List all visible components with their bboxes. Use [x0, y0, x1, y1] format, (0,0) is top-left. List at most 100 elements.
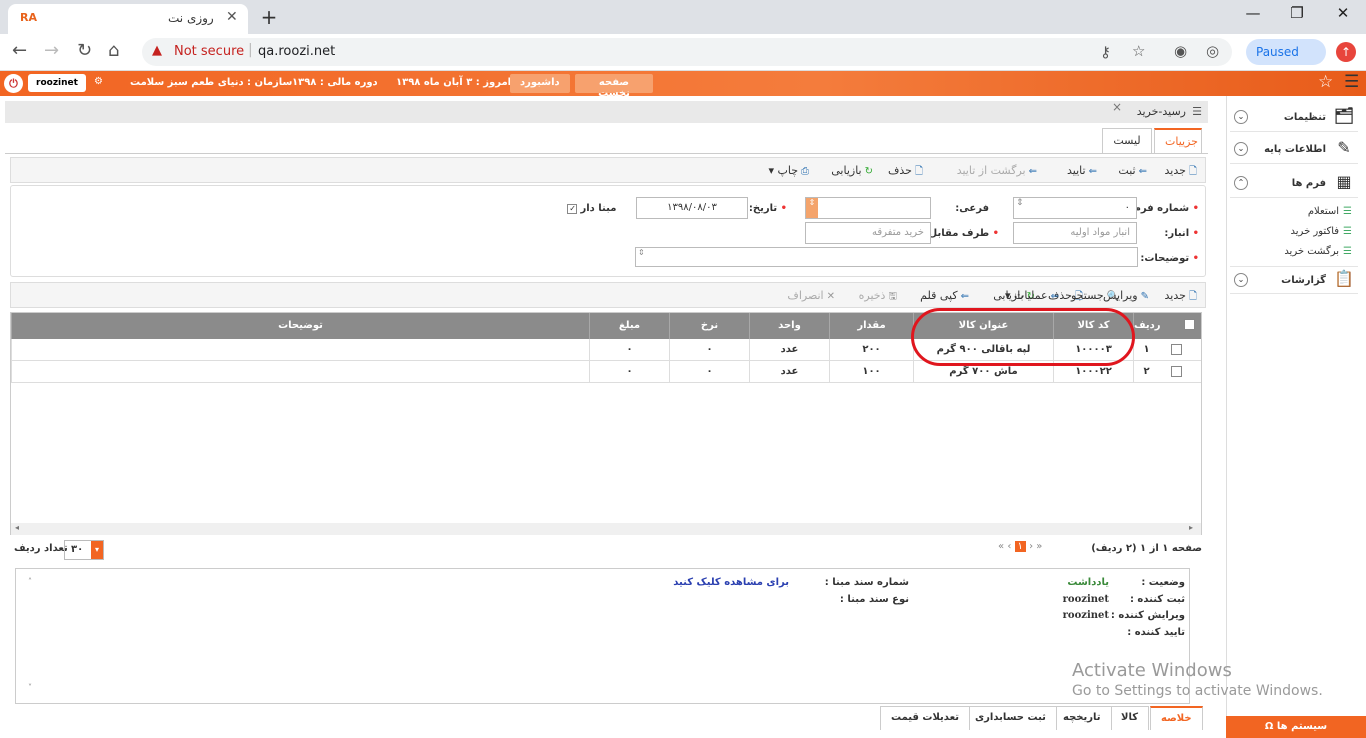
sidebar-item-forms[interactable]: ▦ فرم ها ⌃: [1230, 170, 1358, 198]
settings-dot-icon[interactable]: ⚙: [94, 76, 103, 87]
close-window-icon[interactable]: ✕: [1328, 4, 1358, 22]
profile-button[interactable]: Paused: [1246, 39, 1326, 65]
power-icon[interactable]: ⏻: [4, 74, 23, 93]
spinner-icon[interactable]: ⇕: [638, 248, 645, 257]
delete-button[interactable]: 🗋حذف: [888, 164, 923, 181]
tab-summary[interactable]: خلاصه: [1150, 706, 1203, 730]
extension-icon[interactable]: ◉: [1174, 42, 1187, 60]
menu-icon[interactable]: ☰: [1344, 72, 1359, 92]
has-base-checkbox[interactable]: مبنا دار ✓: [567, 203, 616, 214]
page-header: ☰ رسید-خرید ×: [5, 100, 1208, 123]
list-icon: ☰: [1343, 226, 1352, 237]
page-nav[interactable]: « ‹ ۱ › »: [998, 541, 1042, 552]
sidebar-item-base-info[interactable]: ✎ اطلاعات پایه ⌄: [1230, 136, 1358, 164]
dashboard-button[interactable]: داشبورد: [510, 74, 570, 93]
favicon-icon: RA: [20, 11, 37, 24]
reload-icon[interactable]: ↻: [77, 40, 92, 61]
url-box[interactable]: ▲ Not secure | qa.roozi.net ⚷ ☆: [142, 38, 1232, 66]
form-no-label: • شماره فرم:: [1129, 203, 1199, 214]
tab-list[interactable]: لیست: [1102, 128, 1152, 153]
tab-history[interactable]: تاریخچه: [1052, 706, 1112, 730]
warehouse-input[interactable]: انبار مواد اولیه: [1013, 222, 1137, 244]
rows-per-page-select[interactable]: ▾ ۳۰: [64, 540, 104, 560]
header-desc[interactable]: توضیحات: [11, 313, 589, 339]
confirm-button[interactable]: ⇐تایید: [1067, 164, 1097, 177]
unconfirm-icon: ⇐: [1028, 166, 1037, 177]
form-no-input[interactable]: ۰ ⇕: [1013, 197, 1137, 219]
cancel-icon: ✕: [826, 291, 835, 302]
list-icon: ☰: [1343, 246, 1352, 257]
key-icon[interactable]: ⚷: [1100, 43, 1111, 61]
activation-watermark: Activate Windows Go to Settings to activ…: [1072, 660, 1323, 699]
url-text[interactable]: qa.roozi.net: [258, 44, 335, 59]
sidebar-item-settings[interactable]: 🗂 تنظیمات ⌄: [1230, 104, 1358, 132]
print-icon: ⎙: [801, 166, 809, 177]
header-qty[interactable]: مقدار: [829, 313, 913, 339]
info-panel: وضعیت : یادداشت ثبت کننده : roozinet ویر…: [15, 568, 1190, 704]
chevron-up-icon[interactable]: ⌃: [1234, 176, 1248, 190]
extension-icon-2[interactable]: ◎: [1206, 42, 1219, 60]
fiscal-text: دوره مالی : ۱۳۹۸: [292, 77, 378, 88]
page-title: رسید-خرید: [1136, 105, 1186, 118]
close-tab-icon[interactable]: ✕: [226, 9, 238, 25]
operations-icon: ⇐: [1050, 291, 1060, 302]
spinner-icon[interactable]: ⇕: [1016, 198, 1024, 208]
maximize-icon[interactable]: ❐: [1282, 4, 1312, 22]
sidebar-sub-purchase-invoice[interactable]: ☰فاکتور خرید: [1291, 226, 1352, 237]
chevron-down-icon[interactable]: ⌄: [1234, 273, 1248, 287]
forward-icon[interactable]: →: [44, 40, 59, 61]
sub-input[interactable]: ⇕: [805, 197, 931, 219]
chevron-down-icon[interactable]: ⌄: [1234, 142, 1248, 156]
favorite-star-icon[interactable]: ☆: [1318, 72, 1333, 92]
sidebar-sub-purchase-return[interactable]: ☰برگشت خرید: [1284, 246, 1352, 257]
home-page-button[interactable]: صفحه نخست: [575, 74, 653, 99]
minimize-icon[interactable]: —: [1238, 4, 1268, 22]
warehouse-label: • انبار:: [1164, 228, 1199, 239]
checkbox-icon: ✓: [567, 204, 577, 214]
base-doc-link[interactable]: برای مشاهده کلیک کنید: [673, 577, 789, 588]
row-checkbox[interactable]: [1171, 366, 1182, 377]
user-box[interactable]: roozinet: [28, 74, 86, 92]
select-all-checkbox[interactable]: [1157, 313, 1201, 339]
browser-tab[interactable]: RA روزی نت ✕: [8, 4, 248, 34]
status-value: یادداشت: [1067, 577, 1109, 588]
page-summary: صفحه ۱ از ۱ (۲ ردیف): [1091, 543, 1202, 554]
horizontal-scrollbar[interactable]: ◂ ▸: [11, 523, 1201, 535]
tab-price-adjustments[interactable]: تعدیلات قیمت: [880, 706, 970, 730]
close-page-icon[interactable]: ×: [1112, 100, 1122, 114]
chevron-down-icon[interactable]: ⌄: [1234, 110, 1248, 124]
header-amount[interactable]: مبلغ: [589, 313, 669, 339]
date-input[interactable]: ۱۳۹۸/۰۸/۰۳: [636, 197, 748, 219]
scroll-up-icon[interactable]: ˄: [28, 577, 32, 586]
header-unit[interactable]: واحد: [749, 313, 829, 339]
update-icon[interactable]: ↑: [1336, 42, 1356, 62]
refresh-button[interactable]: ↻بازیابی: [831, 164, 873, 177]
tab-details[interactable]: جزییات: [1154, 128, 1202, 153]
spinner-icon[interactable]: ⇕: [806, 198, 818, 218]
save-button[interactable]: 🖫ذخیره: [859, 289, 897, 306]
systems-button[interactable]: سیستم ها Ω: [1226, 716, 1366, 738]
row-checkbox[interactable]: [1171, 344, 1182, 355]
grid-new-button[interactable]: 🗋جدید: [1165, 289, 1197, 306]
sidebar-item-reports[interactable]: 📋 گزارشات ⌄: [1230, 266, 1358, 294]
party-input[interactable]: خرید متفرقه: [805, 222, 931, 244]
print-button[interactable]: ⎙چاپ ▾: [768, 164, 809, 177]
star-icon[interactable]: ☆: [1132, 42, 1145, 60]
cancel-button[interactable]: ✕انصراف: [787, 289, 835, 302]
tab-accounting[interactable]: ثبت حسابداری: [964, 706, 1057, 730]
back-icon[interactable]: ←: [12, 40, 27, 61]
unconfirm-button[interactable]: ⇐برگشت از تایید: [957, 164, 1037, 177]
desc-input[interactable]: ⇕: [635, 247, 1138, 267]
register-button[interactable]: ⇐ثبت: [1118, 164, 1147, 177]
scroll-down-icon[interactable]: ˅: [28, 683, 32, 692]
sidebar-sub-inquiry[interactable]: ☰استعلام: [1308, 206, 1352, 217]
new-button[interactable]: 🗋جدید: [1165, 164, 1197, 181]
settings-icon: 🗂: [1333, 106, 1355, 125]
home-icon[interactable]: ⌂: [108, 40, 119, 61]
new-tab-button[interactable]: +: [256, 5, 282, 31]
header-rate[interactable]: نرخ: [669, 313, 749, 339]
search-button[interactable]: 🔍جستجو: [1071, 289, 1119, 302]
tab-goods[interactable]: کالا: [1110, 706, 1150, 730]
operations-button[interactable]: ⇐عملیات ▾: [1005, 289, 1059, 302]
copy-item-button[interactable]: ⇐کپی قلم: [920, 289, 969, 302]
